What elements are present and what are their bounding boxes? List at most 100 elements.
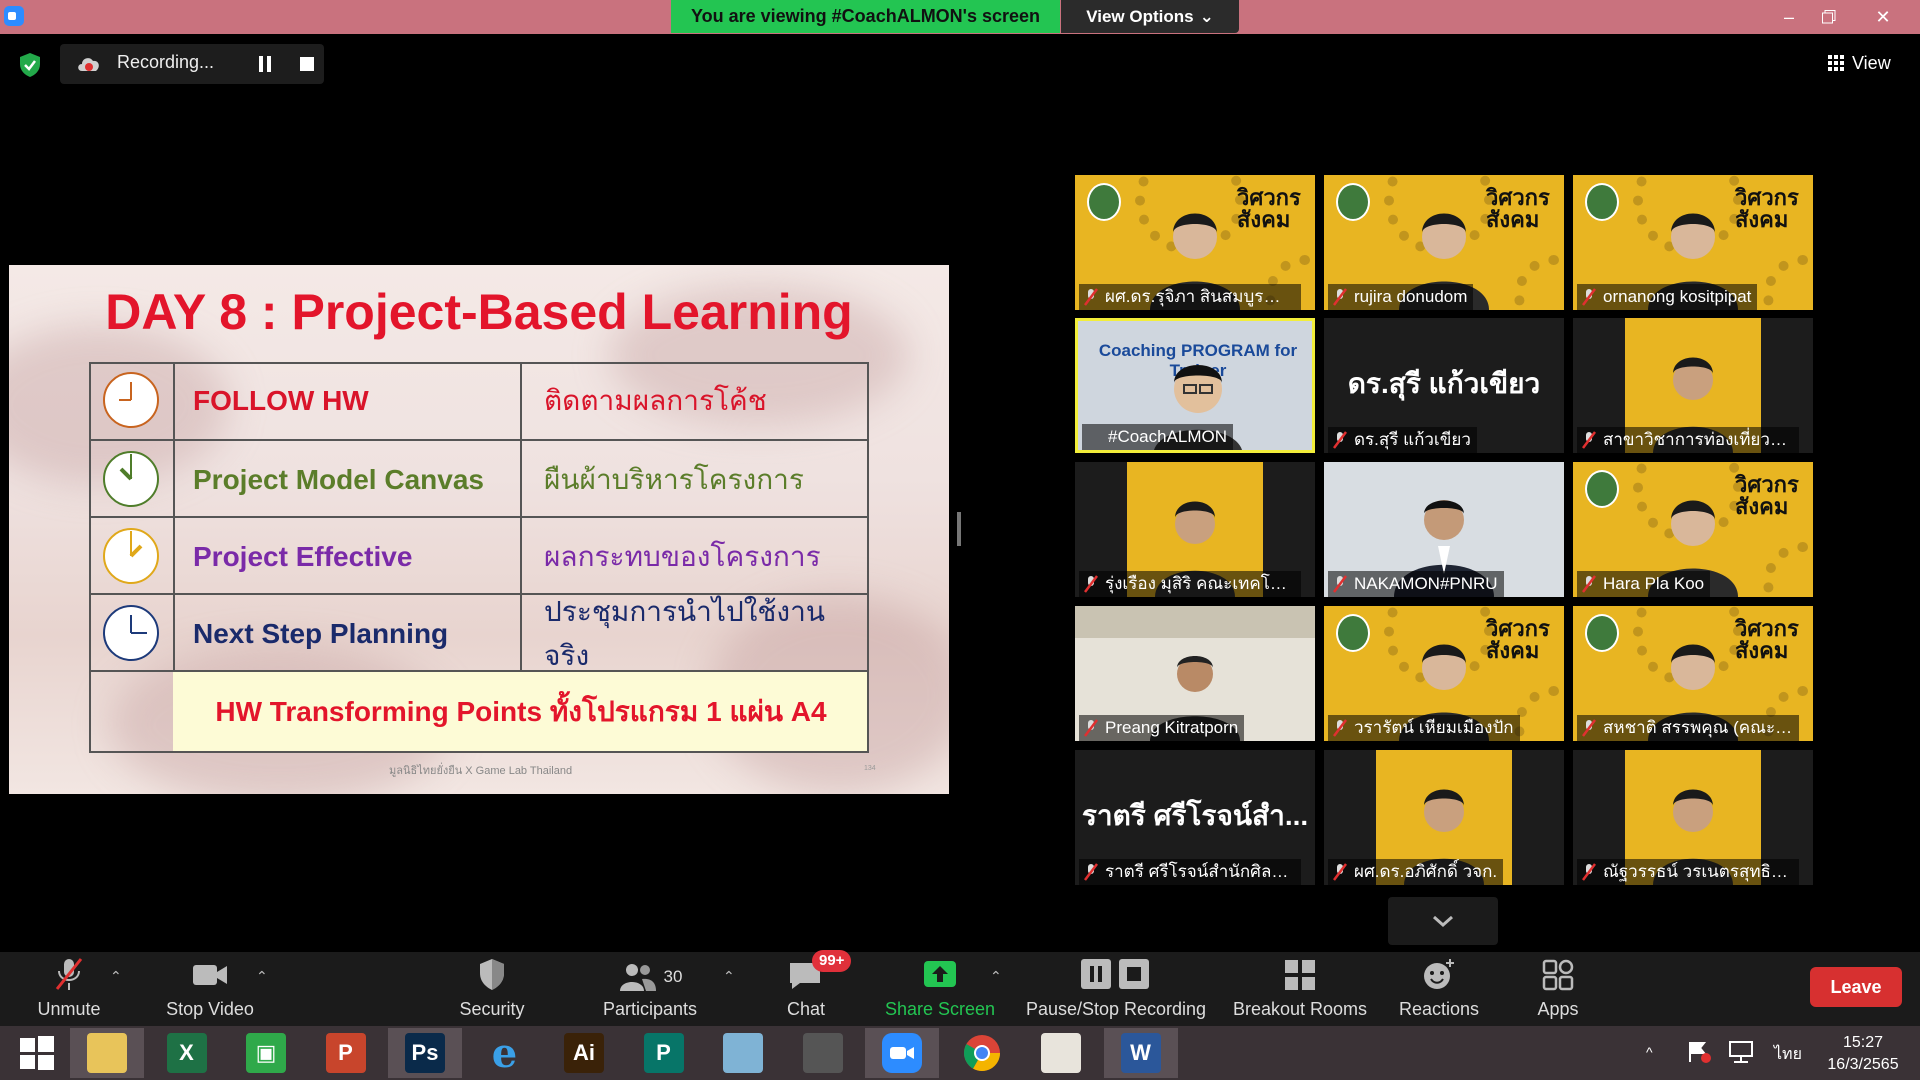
muted-mic-icon	[1084, 863, 1098, 881]
gallery-next-page-button[interactable]	[1388, 897, 1498, 945]
video-camera-icon	[193, 965, 227, 985]
input-language-indicator[interactable]: ไทย	[1774, 1042, 1802, 1067]
security-shield-icon	[480, 959, 504, 990]
network-icon[interactable]	[1728, 1040, 1754, 1064]
split-view-handle[interactable]	[957, 512, 961, 546]
taskbar-app[interactable]	[70, 1028, 144, 1078]
participant-tile[interactable]: Coaching PROGRAM for Trainer#CoachALMON	[1075, 318, 1315, 453]
taskbar-app[interactable]: Ps	[388, 1028, 462, 1078]
participant-tile[interactable]: วิศวกร สังคมวรารัตน์ เหียมเมืองปัก	[1324, 606, 1564, 741]
participant-name: ราตรี ศรีโรจน์สำนักศิลปะแ...	[1079, 859, 1301, 885]
word-icon: W	[1120, 1033, 1161, 1073]
close-icon[interactable]: ✕	[1860, 0, 1906, 34]
stop-recording-icon[interactable]	[300, 57, 314, 71]
muted-mic-icon	[1084, 575, 1098, 593]
gear-decoration	[1514, 255, 1564, 310]
participant-name: rujira donudom	[1328, 284, 1474, 310]
leave-button[interactable]: Leave	[1810, 967, 1902, 1007]
participants-button[interactable]: 30 Participants	[596, 952, 704, 1026]
university-seal-icon	[1585, 183, 1619, 221]
participant-name: #CoachALMON	[1082, 424, 1234, 450]
participant-tile[interactable]: วิศวกร สังคม สหชาติ สรรพคุณ (คณะวิทย์...	[1573, 606, 1813, 741]
zoom-icon	[882, 1033, 922, 1073]
restore-icon[interactable]	[1806, 0, 1852, 34]
tile-tagline: วิศวกร สังคม	[1486, 616, 1550, 663]
participant-tile[interactable]: วิศวกร สังคม Hara Pla Koo	[1573, 462, 1813, 597]
action-center-flag-icon[interactable]	[1686, 1040, 1712, 1064]
muted-mic-icon	[1333, 719, 1347, 737]
share-screen-icon	[924, 961, 956, 987]
muted-mic-icon	[55, 958, 83, 990]
participant-tile[interactable]: รุ่งเรือง มุสิริ คณะเทคโนโลยีอุ...	[1075, 462, 1315, 597]
participant-tile[interactable]: Preang Kitratporn	[1075, 606, 1315, 741]
security-button[interactable]: Security	[450, 952, 534, 1026]
gear-decoration	[1763, 255, 1813, 310]
file-explorer-icon	[87, 1033, 127, 1073]
participant-tile[interactable]: วิศวกร สังคม rujira donudom	[1324, 175, 1564, 310]
excel-icon: X	[166, 1033, 207, 1073]
participant-tile[interactable]: ราตรี ศรีโรจน์สำ... ราตรี ศรีโรจน์สำนักศิ…	[1075, 750, 1315, 885]
taskbar-app[interactable]	[786, 1028, 860, 1078]
audio-options-caret-icon[interactable]: ⌃	[110, 968, 122, 984]
taskbar-app[interactable]: P	[627, 1028, 701, 1078]
taskbar-app[interactable]	[1024, 1028, 1098, 1078]
participant-tile[interactable]: สาขาวิชาการท่องเที่ยวและก...	[1573, 318, 1813, 453]
taskbar-app[interactable]	[706, 1028, 780, 1078]
breakout-rooms-label: Breakout Rooms	[1232, 999, 1368, 1019]
participants-options-caret-icon[interactable]: ⌃	[723, 968, 735, 984]
taskbar-app[interactable]: P	[309, 1028, 383, 1078]
pause-recording-icon[interactable]	[258, 56, 272, 72]
pause-stop-recording-button[interactable]: Pause/Stop Recording	[1020, 952, 1212, 1026]
taskbar-app[interactable]: e	[468, 1028, 542, 1078]
taskbar-clock[interactable]: 15:27 16/3/2565	[1810, 1032, 1916, 1076]
apps-button[interactable]: Apps	[1518, 952, 1598, 1026]
participant-tile[interactable]: NAKAMON#PNRU	[1324, 462, 1564, 597]
taskbar-app[interactable]: ▣	[229, 1028, 303, 1078]
photoscape-icon	[802, 1033, 843, 1073]
slide-title: DAY 8 : Project-Based Learning	[105, 284, 853, 340]
taskbar-app[interactable]: W	[1103, 1028, 1178, 1078]
unmute-label: Unmute	[37, 999, 101, 1019]
green-app-icon: ▣	[246, 1033, 286, 1073]
participant-tile[interactable]: ณัฐวรรธน์ วรเนตรสุทธิกุล ค...	[1573, 750, 1813, 885]
apps-label: Apps	[1537, 999, 1579, 1019]
reactions-label: Reactions	[1398, 999, 1480, 1019]
participant-name: ผศ.ดร.อภิศักดิ์ วจก.	[1328, 859, 1504, 885]
participant-tile[interactable]: วิศวกร สังคมผศ.ดร.รุจิภา สินสมบูรณ์ทอง,.…	[1075, 175, 1315, 310]
participants-count: 30	[663, 967, 683, 986]
participant-tile[interactable]: วิศวกร สังคม ornanong kositpipat	[1573, 175, 1813, 310]
participants-label: Participants	[602, 999, 698, 1019]
university-seal-icon	[1336, 183, 1370, 221]
stop-video-label: Stop Video	[166, 999, 254, 1019]
participant-tile[interactable]: ดร.สุรี แก้วเขียว ดร.สุรี แก้วเขียว	[1324, 318, 1564, 453]
stop-video-button[interactable]: Stop Video	[160, 952, 260, 1026]
muted-mic-icon	[1582, 719, 1596, 737]
taskbar-app[interactable]: X	[150, 1028, 224, 1078]
chevron-down-icon: ⌄	[1199, 6, 1214, 26]
encryption-shield-icon[interactable]	[18, 52, 42, 78]
university-seal-icon	[1585, 614, 1619, 652]
participant-tile[interactable]: ผศ.ดร.อภิศักดิ์ วจก.	[1324, 750, 1564, 885]
table-border	[89, 362, 869, 753]
view-options-button[interactable]: View Options ⌄	[1061, 0, 1239, 33]
unmute-button[interactable]: Unmute	[24, 952, 114, 1026]
breakout-rooms-button[interactable]: Breakout Rooms	[1226, 952, 1374, 1026]
chat-unread-badge: 99+	[812, 950, 852, 972]
share-screen-button[interactable]: Share Screen	[880, 952, 1000, 1026]
show-hidden-icons-icon[interactable]: ^	[1646, 1044, 1653, 1060]
video-options-caret-icon[interactable]: ⌃	[256, 968, 268, 984]
taskbar-app[interactable]	[865, 1028, 939, 1078]
university-seal-icon	[1585, 470, 1619, 508]
reactions-button[interactable]: Reactions	[1394, 952, 1484, 1026]
view-layout-button[interactable]: View	[1828, 48, 1891, 78]
taskbar-app[interactable]: Ai	[547, 1028, 621, 1078]
participant-name: รุ่งเรือง มุสิริ คณะเทคโนโลยีอุ...	[1079, 571, 1301, 597]
security-label: Security	[459, 999, 525, 1019]
taskbar-app[interactable]	[945, 1028, 1019, 1078]
share-screen-label: Share Screen	[884, 999, 996, 1019]
taskbar-app[interactable]	[0, 1028, 74, 1078]
share-options-caret-icon[interactable]: ⌃	[990, 968, 1002, 984]
muted-mic-icon	[1333, 575, 1347, 593]
tile-tagline: วิศวกร สังคม	[1237, 185, 1301, 232]
participant-name: วรารัตน์ เหียมเมืองปัก	[1328, 715, 1520, 741]
